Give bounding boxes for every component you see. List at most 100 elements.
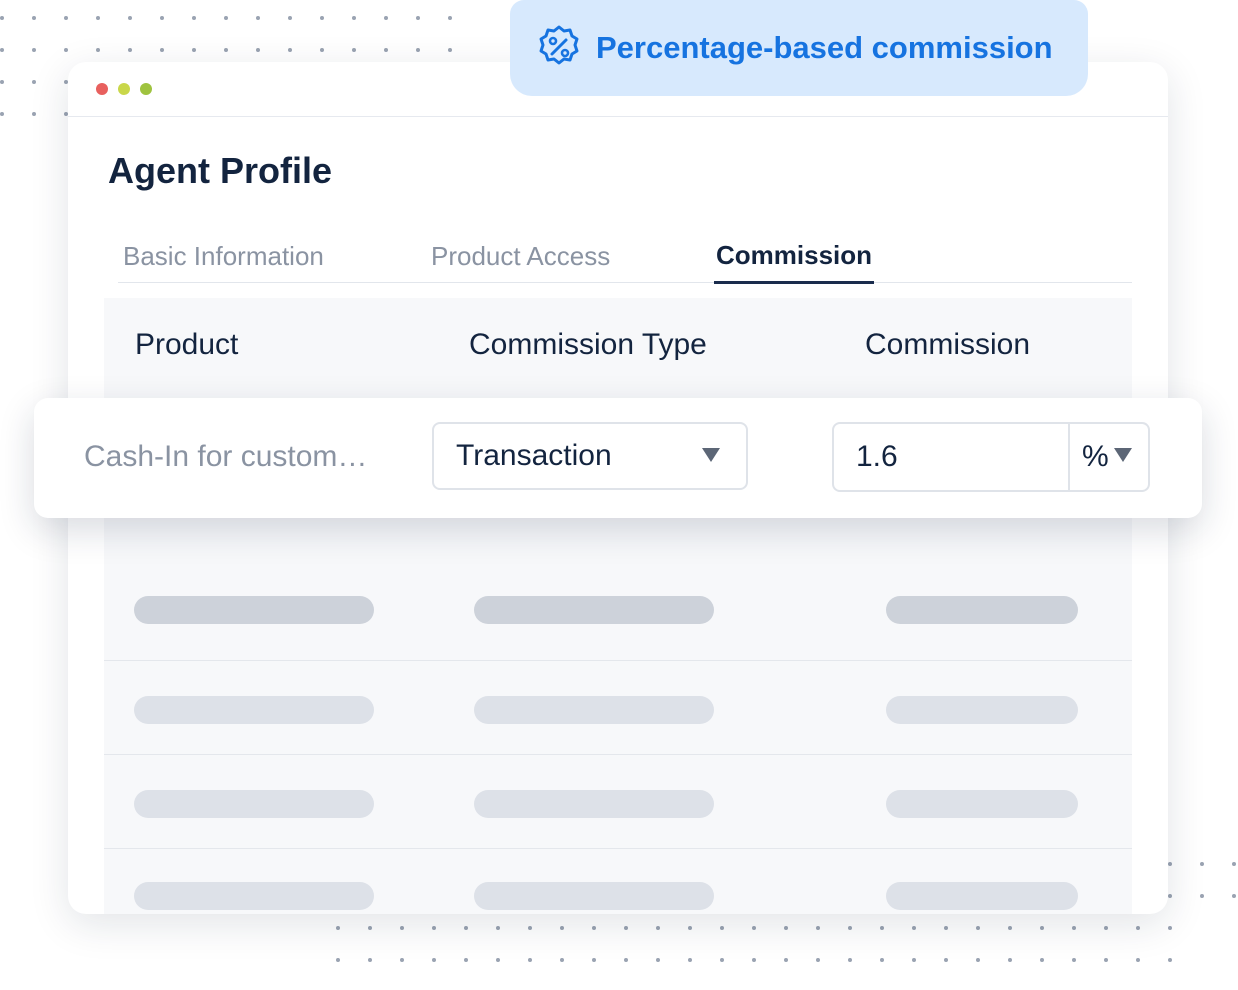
skeleton-cell: [886, 596, 1078, 624]
decor-dot: [1008, 926, 1012, 930]
decor-dot: [96, 48, 100, 52]
commission-input-group: %: [832, 422, 1150, 492]
decor-dot: [912, 958, 916, 962]
decor-dot: [1168, 958, 1172, 962]
skeleton-cell: [134, 696, 374, 724]
decor-dot: [0, 16, 4, 20]
decor-dot: [848, 926, 852, 930]
decor-dot: [1008, 958, 1012, 962]
table-row-active: Cash-In for custom… Transaction %: [34, 398, 1202, 518]
decor-dot: [432, 926, 436, 930]
decor-dot: [592, 926, 596, 930]
decor-dot: [880, 926, 884, 930]
skeleton-cell: [134, 596, 374, 624]
commission-unit-select[interactable]: %: [1070, 424, 1148, 490]
commission-unit-value: %: [1082, 440, 1109, 473]
decor-dot: [224, 16, 228, 20]
decor-dot: [64, 16, 68, 20]
decor-dot: [752, 958, 756, 962]
decor-dot: [336, 926, 340, 930]
titlebar-divider: [68, 116, 1168, 117]
decor-dot: [1168, 862, 1172, 866]
skeleton-cell: [474, 696, 714, 724]
chevron-down-icon: [702, 448, 720, 462]
decor-dot: [128, 16, 132, 20]
commission-value-input[interactable]: [834, 424, 1068, 490]
tab-product-access[interactable]: Product Access: [431, 230, 610, 282]
column-header-product: Product: [135, 328, 239, 361]
decor-dot: [1200, 894, 1204, 898]
minimize-window-dot[interactable]: [118, 83, 130, 95]
decor-dot: [848, 958, 852, 962]
row-divider: [104, 848, 1132, 849]
decor-dot: [256, 16, 260, 20]
decor-dot: [448, 48, 452, 52]
decor-dot: [1168, 894, 1172, 898]
decor-dot: [32, 80, 36, 84]
decor-dot: [352, 48, 356, 52]
decor-dot: [1232, 894, 1236, 898]
decor-dot: [32, 48, 36, 52]
decor-dot: [816, 958, 820, 962]
decor-dot: [400, 926, 404, 930]
decor-dot: [624, 926, 628, 930]
decor-dot: [32, 16, 36, 20]
tab-commission[interactable]: Commission: [714, 230, 875, 284]
decor-dot: [1200, 862, 1204, 866]
feature-badge: Percentage-based commission: [510, 0, 1088, 96]
chevron-down-icon: [1114, 448, 1132, 462]
skeleton-cell: [886, 696, 1078, 724]
decor-dot: [656, 958, 660, 962]
decor-dot: [0, 112, 4, 116]
decor-dot: [192, 16, 196, 20]
decor-dot: [784, 958, 788, 962]
decor-dot: [0, 48, 4, 52]
decor-dot: [784, 926, 788, 930]
product-name: Cash-In for custom…: [84, 440, 368, 473]
decor-dot: [496, 958, 500, 962]
decor-dot: [368, 926, 372, 930]
maximize-window-dot[interactable]: [140, 83, 152, 95]
percent-badge-icon: [539, 25, 579, 65]
profile-tabs: Basic Information Product Access Commiss…: [118, 230, 1132, 284]
decor-dot: [560, 926, 564, 930]
commission-type-select[interactable]: Transaction: [432, 422, 748, 490]
dot-pattern-bottom-right: [1168, 862, 1238, 926]
decor-dot: [1104, 958, 1108, 962]
decor-dot: [1072, 926, 1076, 930]
decor-dot: [416, 48, 420, 52]
skeleton-cell: [474, 596, 714, 624]
commission-table: Product Commission Type Commission: [104, 298, 1132, 914]
decor-dot: [688, 926, 692, 930]
decor-dot: [128, 48, 132, 52]
decor-dot: [64, 48, 68, 52]
decor-dot: [160, 16, 164, 20]
decor-dot: [368, 958, 372, 962]
decor-dot: [1040, 926, 1044, 930]
close-window-dot[interactable]: [96, 83, 108, 95]
decor-dot: [256, 48, 260, 52]
decor-dot: [448, 16, 452, 20]
decor-dot: [1232, 862, 1236, 866]
decor-dot: [416, 16, 420, 20]
decor-dot: [336, 958, 340, 962]
decor-dot: [720, 958, 724, 962]
decor-dot: [944, 926, 948, 930]
window-controls: [96, 83, 152, 95]
decor-dot: [656, 926, 660, 930]
decor-dot: [464, 958, 468, 962]
decor-dot: [464, 926, 468, 930]
skeleton-cell: [474, 790, 714, 818]
decor-dot: [880, 958, 884, 962]
decor-dot: [752, 926, 756, 930]
tab-basic-information[interactable]: Basic Information: [123, 230, 324, 282]
commission-type-value: Transaction: [456, 439, 612, 472]
decor-dot: [624, 958, 628, 962]
decor-dot: [912, 926, 916, 930]
decor-dot: [352, 16, 356, 20]
decor-dot: [432, 958, 436, 962]
decor-dot: [0, 80, 4, 84]
decor-dot: [976, 926, 980, 930]
decor-dot: [560, 958, 564, 962]
decor-dot: [1104, 926, 1108, 930]
